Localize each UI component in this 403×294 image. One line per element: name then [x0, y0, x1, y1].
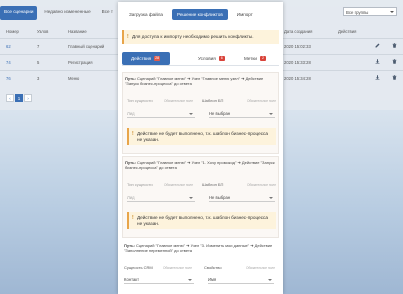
row-nodes: 3	[37, 76, 40, 81]
property-select[interactable]: Имя	[208, 275, 274, 284]
not-executed-text: Действие не будет выполнено, т.к. шаблон…	[137, 215, 268, 226]
row-name: Регистрация	[68, 60, 93, 65]
conflict-card: Путь: Сценарий "Главное меню" ➔ Узел "3.…	[122, 240, 279, 294]
delete-icon[interactable]	[392, 43, 397, 48]
bp-template-select[interactable]: Не выбран	[209, 109, 275, 118]
subtab-labels[interactable]: Метки 2	[244, 52, 279, 65]
subtab-conditions-label: Условия	[198, 56, 216, 61]
bp-template-label: Шаблон БП	[202, 182, 224, 187]
subtab-actions-label: Действия	[131, 56, 152, 61]
tab-resolve-conflicts[interactable]: Решение конфликтов	[172, 9, 228, 20]
row-date: 2020 15:33:28	[284, 60, 311, 65]
row-nodes: 5	[37, 60, 40, 65]
property-label: Свойство	[204, 265, 222, 270]
tab-other[interactable]: Все т	[98, 6, 117, 20]
required-note: Обязательное поле	[164, 98, 193, 103]
required-note: Обязательное поле	[246, 265, 275, 270]
required-note: Обязательное поле	[247, 182, 276, 187]
tab-file-upload[interactable]: Загрузка файла	[124, 9, 168, 20]
delete-icon[interactable]	[392, 59, 397, 64]
subtab-conditions[interactable]: Условия 6	[198, 52, 234, 65]
path-text: Сценарий "Главное меню" ➔ Узел "Главное …	[125, 76, 264, 87]
bp-template-select[interactable]: Не выбран	[209, 193, 275, 202]
not-executed-warning: ! Действие не будет выполнено, т.к. шабл…	[127, 212, 276, 229]
row-id[interactable]: 76	[6, 76, 11, 81]
warning-icon: !	[127, 34, 129, 40]
actions-count-badge: 28	[154, 56, 161, 62]
conflict-card: Путь: Сценарий "Главное меню" ➔ Узел "1.…	[122, 156, 279, 238]
import-modal: Загрузка файла Решение конфликтов Импорт…	[118, 2, 283, 294]
crm-entity-select[interactable]: Контакт	[124, 275, 194, 284]
modal-tabs: Загрузка файла Решение конфликтов Импорт	[124, 9, 258, 20]
edit-icon[interactable]	[375, 43, 380, 48]
subtab-actions[interactable]: Действия 28	[122, 52, 170, 65]
entity-type-label: Тип сущности	[127, 98, 153, 103]
row-id[interactable]: 74	[6, 60, 11, 65]
not-executed-warning: ! Действие не будет выполнено, т.к. шабл…	[127, 128, 276, 145]
row-name: Главный сценарий	[68, 44, 105, 49]
conflict-warning: ! Для доступа к импорту необходимо решит…	[122, 30, 279, 44]
conflict-warning-text: Для доступа к импорту необходимо решить …	[132, 34, 254, 39]
entity-type-select[interactable]: Лид	[127, 193, 195, 202]
col-actions: Действия	[338, 29, 357, 34]
action-path: Путь: Сценарий "Главное меню" ➔ Узел "Гл…	[125, 76, 275, 86]
conflict-card: Путь: Сценарий "Главное меню" ➔ Узел "Гл…	[122, 72, 279, 154]
path-text: Сценарий "Главное меню" ➔ Узел "1. Хочу …	[125, 160, 275, 171]
action-path: Путь: Сценарий "Главное меню" ➔ Узел "1.…	[125, 160, 275, 170]
tab-all-scenarios[interactable]: Все сценарии	[0, 6, 38, 20]
required-note: Обязательное поле	[247, 98, 276, 103]
col-nodes: Узлов	[37, 29, 49, 34]
col-name: Название	[68, 29, 87, 34]
required-note: Обязательное поле	[164, 182, 193, 187]
entity-type-label: Тип сущности	[127, 182, 153, 187]
prev-page-button[interactable]: ‹	[6, 94, 14, 102]
delete-icon[interactable]	[392, 75, 397, 80]
row-date: 2020 15:34:28	[284, 76, 311, 81]
col-created: Дата создания	[284, 29, 313, 34]
row-id[interactable]: 62	[6, 44, 11, 49]
tab-recently-changed[interactable]: Недавно измененные	[40, 6, 94, 20]
warning-icon: !	[132, 215, 134, 221]
subtab-labels-label: Метки	[244, 56, 257, 61]
not-executed-text: Действие не будет выполнено, т.к. шаблон…	[137, 131, 268, 142]
pagination: ‹ 1 ›	[6, 94, 32, 102]
conflict-type-tabs: Действия 28 Условия 6 Метки 2	[122, 52, 279, 66]
crm-entity-label: Сущность CRM	[124, 265, 153, 270]
download-icon[interactable]	[375, 59, 380, 64]
download-icon[interactable]	[375, 75, 380, 80]
scenario-filter-tabs: Все сценарии Недавно измененные Все т	[0, 6, 117, 20]
row-date: 2020 15:02:33	[284, 44, 311, 49]
row-name: Меню	[68, 76, 80, 81]
path-text: Сценарий "Главное меню" ➔ Узел "3. Измен…	[124, 243, 273, 254]
conditions-count-badge: 6	[218, 56, 225, 62]
page-button-current[interactable]: 1	[15, 94, 23, 102]
next-page-button[interactable]: ›	[24, 94, 32, 102]
col-number: Номер	[6, 29, 19, 34]
bp-template-label: Шаблон БП	[202, 98, 224, 103]
warning-icon: !	[132, 131, 134, 137]
action-path: Путь: Сценарий "Главное меню" ➔ Узел "3.…	[124, 243, 274, 253]
labels-count-badge: 2	[259, 56, 266, 62]
row-nodes: 7	[37, 44, 40, 49]
group-select[interactable]: Все группы	[343, 7, 397, 16]
tab-import[interactable]: Импорт	[232, 9, 258, 20]
required-note: Обязательное поле	[163, 265, 192, 270]
entity-type-select[interactable]: Лид	[127, 109, 195, 118]
